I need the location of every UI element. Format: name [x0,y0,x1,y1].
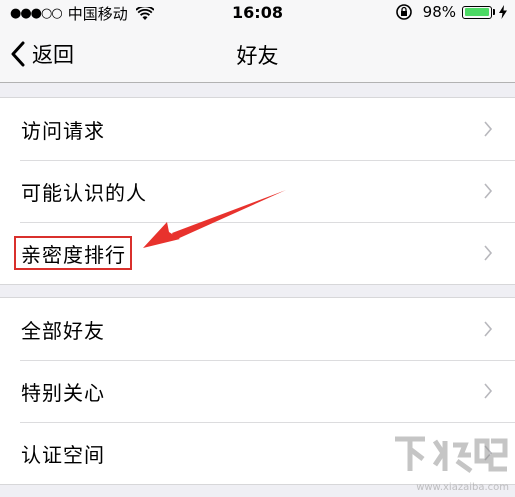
list-item-label: 亲密度排行 [21,242,126,267]
chevron-right-icon [484,121,493,137]
battery-icon [462,5,492,19]
chevron-right-icon [484,245,493,261]
battery-fill [464,8,489,16]
list-item-visit-requests[interactable]: 访问请求 [0,98,515,160]
list-item-all-friends[interactable]: 全部好友 [0,298,515,360]
status-bar: ●●●○○ 中国移动 16:08 98% [0,0,515,26]
navigation-bar: 返回 好友 [0,26,515,83]
charging-bolt-icon [499,5,507,19]
watermark: www.xiazaiba.com [391,431,509,493]
watermark-logo-mark [395,436,508,474]
list-item-label: 认证空间 [21,442,105,467]
chevron-right-icon [484,321,493,337]
list-item-label: 访问请求 [21,118,105,143]
page-title: 好友 [236,44,279,68]
friends-group-1: 访问请求 可能认识的人 亲密度排行 [0,97,515,285]
chevron-right-icon [484,383,493,399]
list-item-label: 全部好友 [21,318,105,343]
battery-percent: 98% [422,3,456,21]
status-right: 98% [395,3,507,21]
list-item-intimacy-ranking[interactable]: 亲密度排行 [0,222,515,284]
list-item-label: 特别关心 [21,380,105,405]
chevron-right-icon [484,183,493,199]
watermark-logo [391,431,509,482]
battery-tip [493,9,495,15]
rotation-lock-icon [395,4,412,20]
watermark-url: www.xiazaiba.com [416,482,509,493]
list-item-label: 可能认识的人 [21,180,147,205]
list-item-special-care[interactable]: 特别关心 [0,360,515,422]
list-item-people-you-may-know[interactable]: 可能认识的人 [0,160,515,222]
